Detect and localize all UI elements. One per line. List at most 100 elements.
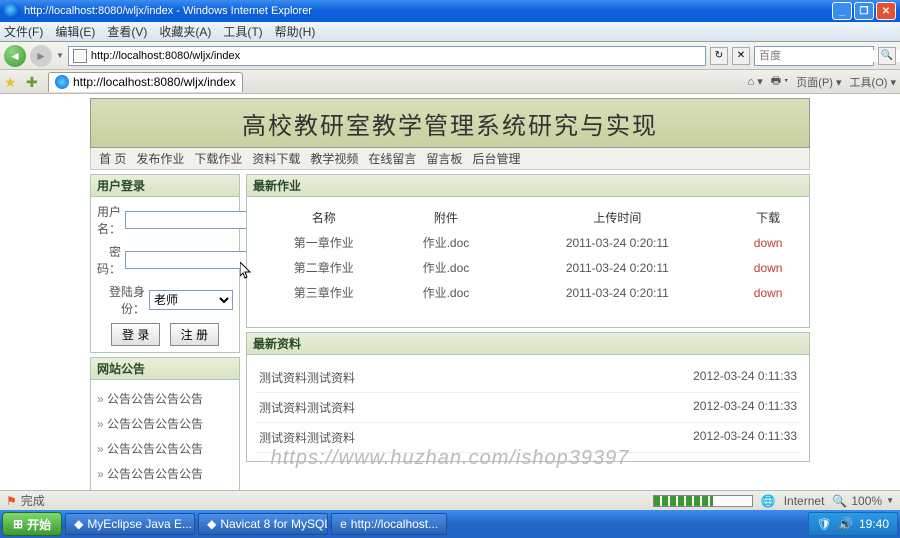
- print-dropdown-icon[interactable]: 🖶 ▾: [771, 72, 789, 91]
- favorites-icon[interactable]: ★: [4, 74, 20, 90]
- notice-item[interactable]: 公告公告公告公告: [97, 411, 233, 436]
- menu-view[interactable]: 查看(V): [107, 23, 147, 40]
- role-select[interactable]: 老师: [149, 290, 233, 310]
- tools-menu[interactable]: 工具(O) ▾: [850, 74, 896, 90]
- notice-header: 网站公告: [91, 358, 239, 380]
- tray-icon: 🛡: [817, 517, 832, 531]
- stop-button[interactable]: ✕: [732, 47, 750, 65]
- status-internet: Internet: [784, 494, 825, 508]
- nav-materials[interactable]: 资料下载: [252, 150, 300, 167]
- taskbar-item[interactable]: ◆ Navicat 8 for MySQL: [198, 513, 328, 535]
- page-icon: [73, 49, 87, 63]
- menu-tools[interactable]: 工具(T): [223, 23, 262, 40]
- notice-list: 公告公告公告公告 公告公告公告公告 公告公告公告公告 公告公告公告公告: [97, 386, 233, 486]
- register-button[interactable]: 注 册: [170, 323, 219, 346]
- window-title: http://localhost:8080/wljx/index - Windo…: [24, 5, 832, 17]
- notice-item[interactable]: 公告公告公告公告: [97, 386, 233, 411]
- close-button[interactable]: ✕: [876, 2, 896, 20]
- progress-bar: [653, 495, 753, 507]
- nav-dropdown-icon[interactable]: ▼: [56, 51, 64, 60]
- main-nav: 首 页 发布作业 下载作业 资料下载 教学视频 在线留言 留言板 后台管理: [90, 148, 810, 170]
- window-buttons: _ ❐ ✕: [832, 2, 896, 20]
- nav-publish-homework[interactable]: 发布作业: [136, 150, 184, 167]
- role-label: 登陆身份：: [97, 283, 145, 317]
- app-icon: ◆: [207, 517, 216, 531]
- minimize-button[interactable]: _: [832, 2, 852, 20]
- homework-table: 名称 附件 上传时间 下载 第一章作业 作业.doc 2011-03-24 0:…: [255, 205, 801, 305]
- address-bar[interactable]: [68, 46, 706, 66]
- maximize-button[interactable]: ❐: [854, 2, 874, 20]
- ie-icon: [4, 3, 20, 19]
- notice-item[interactable]: 公告公告公告公告: [97, 461, 233, 486]
- password-label: 密 码：: [97, 243, 121, 277]
- home-dropdown-icon[interactable]: ⌂ ▾: [748, 75, 763, 88]
- col-file: 附件: [392, 205, 499, 230]
- chevron-down-icon: ▼: [886, 496, 894, 505]
- notice-item[interactable]: 公告公告公告公告: [97, 436, 233, 461]
- list-item[interactable]: 测试资料测试资料 2012-03-24 0:11:33: [255, 423, 801, 453]
- menu-file[interactable]: 文件(F): [4, 23, 43, 40]
- homework-panel: 最新作业 名称 附件 上传时间 下载 第一章作业 作业.doc: [246, 174, 810, 328]
- page-menu[interactable]: 页面(P) ▾: [796, 74, 841, 90]
- menu-help[interactable]: 帮助(H): [275, 23, 316, 40]
- notice-panel: 网站公告 公告公告公告公告 公告公告公告公告 公告公告公告公告 公告公告公告公告: [90, 357, 240, 490]
- sidebar: 用户登录 用户名： 密 码： 登陆身份：: [90, 174, 240, 490]
- address-input[interactable]: [91, 50, 701, 62]
- nav-board[interactable]: 留言板: [426, 150, 462, 167]
- materials-panel: 最新资料 测试资料测试资料 2012-03-24 0:11:33 测试资料测试资…: [246, 332, 810, 462]
- download-link[interactable]: down: [735, 230, 801, 255]
- col-download: 下载: [735, 205, 801, 230]
- materials-header: 最新资料: [247, 333, 809, 355]
- flag-icon: ⚑: [6, 494, 17, 508]
- nav-toolbar: ◄ ► ▼ ↻ ✕ 🔍: [0, 42, 900, 70]
- start-button[interactable]: ⊞ 开始: [2, 512, 62, 536]
- zoom-icon: 🔍: [832, 494, 847, 508]
- statusbar: ⚑ 完成 🌐 Internet 🔍 100% ▼: [0, 490, 900, 510]
- back-button[interactable]: ◄: [4, 45, 26, 67]
- nav-message[interactable]: 在线留言: [368, 150, 416, 167]
- search-box[interactable]: [754, 46, 874, 66]
- menu-edit[interactable]: 编辑(E): [55, 23, 95, 40]
- homework-header: 最新作业: [247, 175, 809, 197]
- nav-home[interactable]: 首 页: [99, 150, 126, 167]
- refresh-button[interactable]: ↻: [710, 47, 728, 65]
- browser-tab[interactable]: http://localhost:8080/wljx/index: [48, 72, 243, 92]
- table-header-row: 名称 附件 上传时间 下载: [255, 205, 801, 230]
- col-name: 名称: [255, 205, 392, 230]
- taskbar-item[interactable]: e http://localhost...: [331, 513, 447, 535]
- download-link[interactable]: down: [735, 255, 801, 280]
- globe-icon: 🌐: [761, 494, 776, 508]
- ie-icon: e: [340, 517, 347, 531]
- table-row: 第一章作业 作业.doc 2011-03-24 0:20:11 down: [255, 230, 801, 255]
- zoom-control[interactable]: 🔍 100% ▼: [832, 494, 894, 508]
- add-favorite-icon[interactable]: ✚: [26, 74, 42, 90]
- menubar: 文件(F) 编辑(E) 查看(V) 收藏夹(A) 工具(T) 帮助(H): [0, 22, 900, 42]
- banner-title: 高校教研室教学管理系统研究与实现: [242, 106, 658, 141]
- table-row: 第三章作业 作业.doc 2011-03-24 0:20:11 down: [255, 280, 801, 305]
- search-button[interactable]: 🔍: [878, 47, 896, 65]
- main-area: 最新作业 名称 附件 上传时间 下载 第一章作业 作业.doc: [246, 174, 810, 490]
- nav-videos[interactable]: 教学视频: [310, 150, 358, 167]
- banner: 高校教研室教学管理系统研究与实现: [90, 98, 810, 148]
- download-link[interactable]: down: [735, 280, 801, 305]
- menu-favorites[interactable]: 收藏夹(A): [159, 23, 211, 40]
- system-tray[interactable]: 🛡 🔊 19:40: [808, 512, 898, 536]
- window-titlebar: http://localhost:8080/wljx/index - Windo…: [0, 0, 900, 22]
- forward-button[interactable]: ►: [30, 45, 52, 67]
- table-row: 第二章作业 作业.doc 2011-03-24 0:20:11 down: [255, 255, 801, 280]
- login-panel: 用户登录 用户名： 密 码： 登陆身份：: [90, 174, 240, 353]
- login-header: 用户登录: [91, 175, 239, 197]
- taskbar-item[interactable]: ◆ MyEclipse Java E...: [65, 513, 195, 535]
- nav-download-homework[interactable]: 下载作业: [194, 150, 242, 167]
- tray-icon: 🔊: [838, 517, 853, 531]
- clock: 19:40: [859, 517, 889, 531]
- tab-title: http://localhost:8080/wljx/index: [73, 75, 236, 89]
- list-item[interactable]: 测试资料测试资料 2012-03-24 0:11:33: [255, 393, 801, 423]
- username-label: 用户名：: [97, 203, 121, 237]
- list-item[interactable]: 测试资料测试资料 2012-03-24 0:11:33: [255, 363, 801, 393]
- tab-page-icon: [55, 75, 69, 89]
- tabbar: ★ ✚ http://localhost:8080/wljx/index ⌂ ▾…: [0, 70, 900, 94]
- login-button[interactable]: 登 录: [111, 323, 160, 346]
- taskbar: ⊞ 开始 ◆ MyEclipse Java E... ◆ Navicat 8 f…: [0, 510, 900, 538]
- nav-admin[interactable]: 后台管理: [472, 150, 520, 167]
